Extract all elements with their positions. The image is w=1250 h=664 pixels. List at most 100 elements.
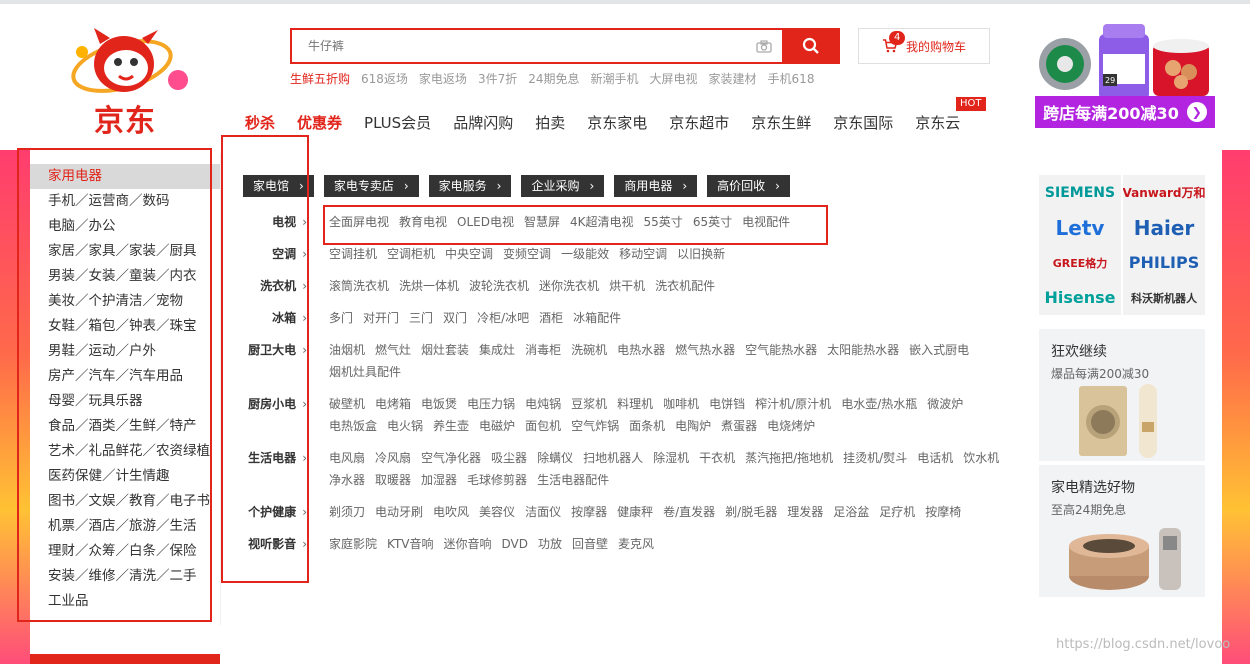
subcategory-link[interactable]: 功放	[538, 533, 562, 555]
subcategory-link[interactable]: 电炖锅	[525, 393, 561, 415]
hot-word[interactable]: 618返场	[361, 70, 408, 87]
subcategory-link[interactable]: 微波炉	[927, 393, 963, 415]
subcategory-title[interactable]: 空调 ›	[243, 243, 321, 265]
hot-word[interactable]: 大屏电视	[650, 70, 698, 87]
hot-word[interactable]: 3件7折	[478, 70, 517, 87]
subcategory-link[interactable]: 冷风扇	[375, 447, 411, 469]
subcategory-link[interactable]: 洁面仪	[525, 501, 561, 523]
subcategory-link[interactable]: 除螨仪	[537, 447, 573, 469]
channel-link[interactable]: 企业采购 ›	[521, 175, 605, 197]
subcategory-link[interactable]: 蒸汽拖把/拖地机	[745, 447, 833, 469]
subcategory-link[interactable]: 洗烘一体机	[399, 275, 459, 297]
subcategory-link[interactable]: 咖啡机	[663, 393, 699, 415]
nav-item-jd-supermarket[interactable]: 京东超市	[669, 112, 729, 133]
subcategory-link[interactable]: 料理机	[617, 393, 653, 415]
subcategory-title[interactable]: 电视 ›	[243, 211, 321, 233]
brand-logo[interactable]: Hisense	[1039, 280, 1121, 315]
subcategory-link[interactable]: 教育电视	[399, 211, 447, 233]
brand-logo[interactable]: Vanward万和	[1123, 175, 1205, 210]
subcategory-link[interactable]: 麦克风	[618, 533, 654, 555]
subcategory-link[interactable]: 取暖器	[375, 469, 411, 491]
subcategory-link[interactable]: 冰箱配件	[573, 307, 621, 329]
subcategory-link[interactable]: 除湿机	[653, 447, 689, 469]
subcategory-link[interactable]: 电烤箱	[375, 393, 411, 415]
subcategory-link[interactable]: 太阳能热水器	[827, 339, 899, 361]
subcategory-link[interactable]: 理发器	[787, 501, 823, 523]
subcategory-link[interactable]: 加湿器	[421, 469, 457, 491]
subcategory-link[interactable]: 对开门	[363, 307, 399, 329]
subcategory-link[interactable]: 电火锅	[387, 415, 423, 437]
channel-link[interactable]: 家电服务 ›	[428, 175, 512, 197]
subcategory-link[interactable]: 电视配件	[742, 211, 790, 233]
category-item[interactable]: 理财／众筹／白条／保险	[30, 539, 220, 564]
subcategory-link[interactable]: 吸尘器	[491, 447, 527, 469]
nav-item-jd-appliances[interactable]: 京东家电	[587, 112, 647, 133]
brand-logo[interactable]: Letv	[1039, 210, 1121, 245]
subcategory-link[interactable]: 电饭煲	[421, 393, 457, 415]
subcategory-link[interactable]: 美容仪	[479, 501, 515, 523]
channel-link[interactable]: 高价回收 ›	[707, 175, 790, 197]
subcategory-link[interactable]: 空调柜机	[387, 243, 435, 265]
subcategory-link[interactable]: 生活电器配件	[537, 469, 609, 491]
subcategory-link[interactable]: 消毒柜	[525, 339, 561, 361]
promo-banner[interactable]: 跨店每满200减30 ❯	[1035, 96, 1215, 128]
category-item[interactable]: 美妆／个护清洁／宠物	[30, 289, 220, 314]
category-item[interactable]: 男鞋／运动／户外	[30, 339, 220, 364]
subcategory-link[interactable]: OLED电视	[457, 211, 514, 233]
subcategory-link[interactable]: 空气净化器	[421, 447, 481, 469]
subcategory-link[interactable]: 榨汁机/原汁机	[755, 393, 831, 415]
subcategory-link[interactable]: 健康秤	[617, 501, 653, 523]
subcategory-link[interactable]: 油烟机	[329, 339, 365, 361]
nav-item-jd-cloud[interactable]: 京东云	[915, 112, 960, 133]
subcategory-link[interactable]: 饮水机	[963, 447, 999, 469]
subcategory-title[interactable]: 洗衣机 ›	[243, 275, 321, 297]
subcategory-link[interactable]: 烘干机	[609, 275, 645, 297]
subcategory-link[interactable]: 集成灶	[479, 339, 515, 361]
subcategory-link[interactable]: 洗衣机配件	[655, 275, 715, 297]
subcategory-link[interactable]: 电吹风	[433, 501, 469, 523]
subcategory-link[interactable]: 煮蛋器	[721, 415, 757, 437]
category-item[interactable]: 家居／家具／家装／厨具	[30, 239, 220, 264]
nav-item-jd-fresh[interactable]: 京东生鲜	[751, 112, 811, 133]
jd-logo[interactable]: 京东	[58, 24, 198, 139]
subcategory-link[interactable]: 豆浆机	[571, 393, 607, 415]
category-item[interactable]: 艺术／礼品鲜花／农资绿植	[30, 439, 220, 464]
subcategory-link[interactable]: 一级能效	[561, 243, 609, 265]
subcategory-link[interactable]: 剃须刀	[329, 501, 365, 523]
category-item[interactable]: 男装／女装／童装／内衣	[30, 264, 220, 289]
subcategory-link[interactable]: 三门	[409, 307, 433, 329]
subcategory-link[interactable]: 回音壁	[572, 533, 608, 555]
brand-logo[interactable]: PHILIPS	[1123, 245, 1205, 280]
subcategory-link[interactable]: 燃气灶	[375, 339, 411, 361]
channel-link[interactable]: 家电馆 ›	[243, 175, 314, 197]
subcategory-link[interactable]: 电压力锅	[467, 393, 515, 415]
hot-word[interactable]: 家装建材	[709, 70, 757, 87]
subcategory-link[interactable]: 冷柜/冰吧	[477, 307, 529, 329]
subcategory-link[interactable]: 足浴盆	[833, 501, 869, 523]
subcategory-link[interactable]: 迷你音响	[444, 533, 492, 555]
subcategory-link[interactable]: 电动牙刷	[375, 501, 423, 523]
category-item[interactable]: 手机／运营商／数码	[30, 189, 220, 214]
subcategory-link[interactable]: 65英寸	[693, 211, 732, 233]
subcategory-link[interactable]: 挂烫机/熨斗	[843, 447, 907, 469]
category-item[interactable]: 家用电器	[30, 164, 220, 189]
ad-card[interactable]: 家电精选好物 至高24期免息	[1039, 465, 1205, 597]
subcategory-link[interactable]: 扫地机器人	[583, 447, 643, 469]
subcategory-link[interactable]: 干衣机	[699, 447, 735, 469]
subcategory-title[interactable]: 个护健康 ›	[243, 501, 321, 523]
subcategory-link[interactable]: 中央空调	[445, 243, 493, 265]
subcategory-link[interactable]: 变频空调	[503, 243, 551, 265]
nav-item-brand-flash[interactable]: 品牌闪购	[453, 112, 513, 133]
subcategory-link[interactable]: 电风扇	[329, 447, 365, 469]
nav-item-coupon[interactable]: 优惠券	[297, 112, 342, 133]
subcategory-link[interactable]: 卷/直发器	[663, 501, 715, 523]
subcategory-link[interactable]: 养生壶	[433, 415, 469, 437]
subcategory-link[interactable]: 空气炸锅	[571, 415, 619, 437]
camera-icon[interactable]	[746, 30, 782, 62]
cart-button[interactable]: 4 我的购物车	[858, 28, 990, 64]
nav-item-plus[interactable]: PLUS会员	[364, 112, 431, 133]
subcategory-link[interactable]: 电水壶/热水瓶	[841, 393, 917, 415]
hot-word[interactable]: 生鲜五折购	[290, 70, 350, 87]
subcategory-link[interactable]: 按摩器	[571, 501, 607, 523]
category-item[interactable]: 安装／维修／清洗／二手	[30, 564, 220, 589]
